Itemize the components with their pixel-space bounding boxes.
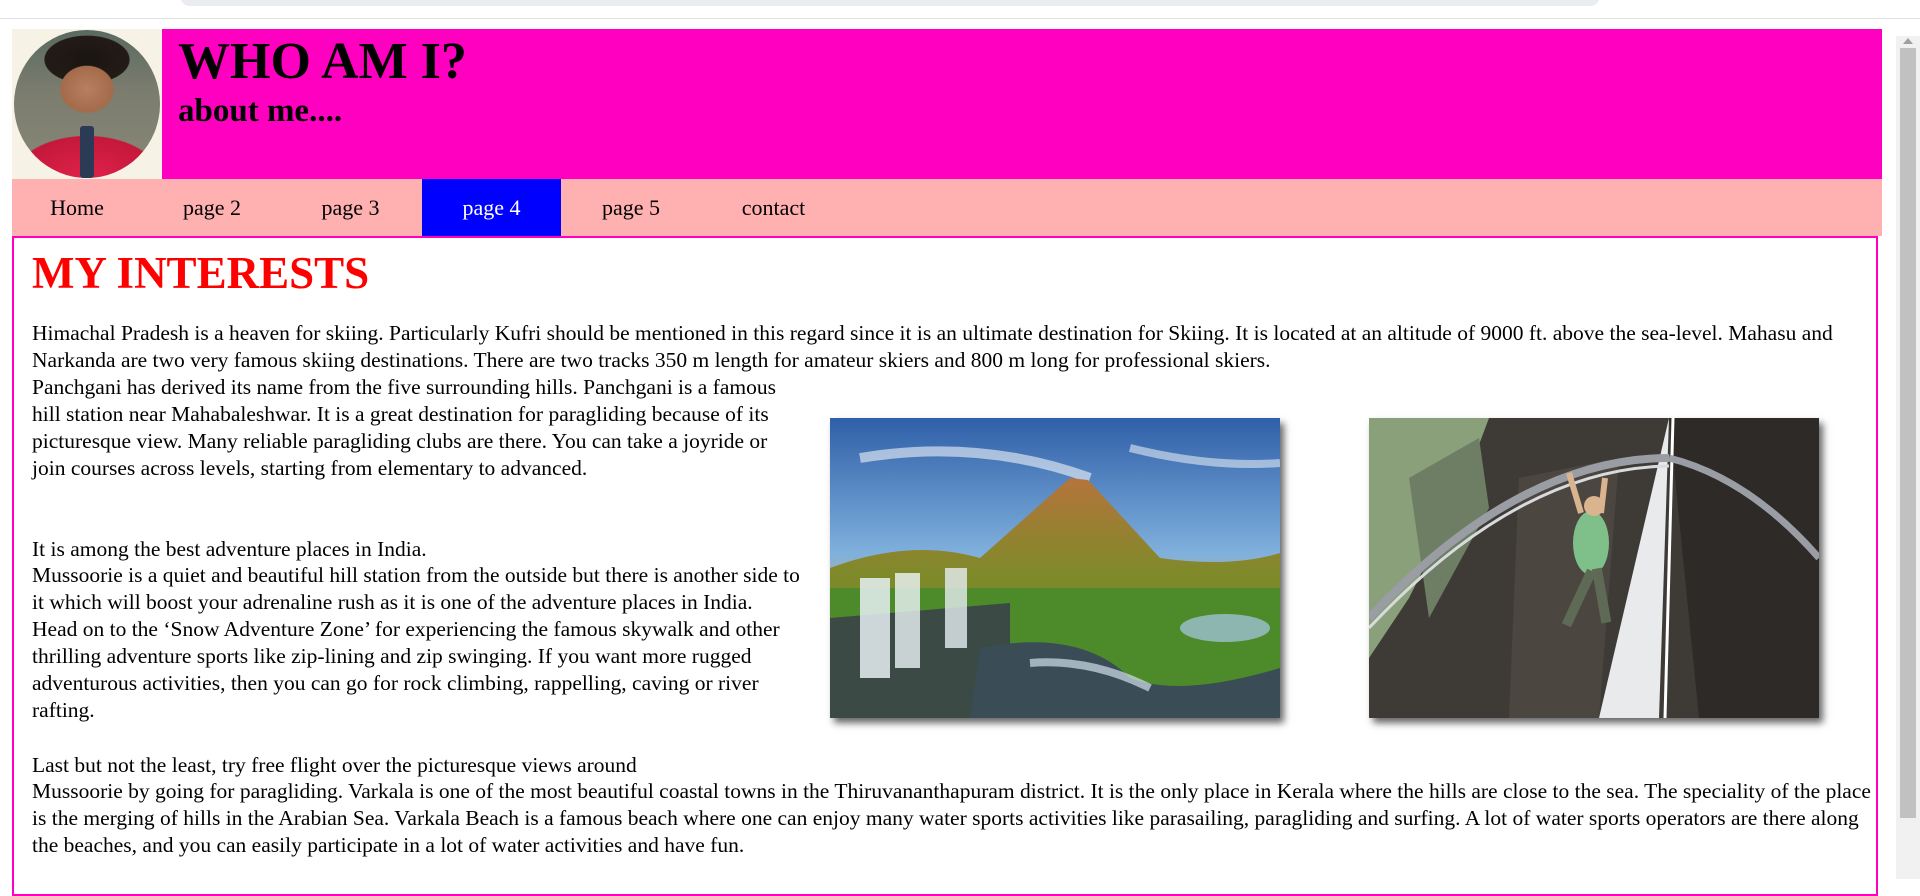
bridge-climber-photo [1369,418,1819,718]
avatar [14,30,160,178]
nav-item-page-4[interactable]: page 4 [422,179,561,236]
paragraph-varkala: Mussoorie by going for paragliding. Vark… [32,779,1871,857]
scroll-up-icon[interactable] [1903,38,1913,44]
nav-item-page-2[interactable]: page 2 [142,179,282,236]
nav-item-page-5[interactable]: page 5 [561,179,701,236]
nav-item-home[interactable]: Home [12,179,142,236]
paragraph-best-places: It is among the best adventure places in… [32,537,427,561]
profile-photo [12,29,162,179]
address-bar[interactable] [180,0,1600,6]
nav-item-contact[interactable]: contact [701,179,846,236]
browser-top-bar [0,0,1920,19]
paragraph-skiing: Himachal Pradesh is a heaven for skiing.… [32,321,1833,372]
site-title: WHO AM I? [178,33,467,90]
page-scrollbar[interactable] [1896,36,1920,879]
site-subtitle: about me.... [178,93,343,129]
paragraph-mussoorie: Mussoorie is a quiet and beautiful hill … [32,563,800,722]
nav-bar: Home page 2 page 3 page 4 page 5 contact [12,179,1882,236]
main-content: MY INTERESTS Himachal Pradesh is a heave… [12,236,1878,896]
scrollbar-thumb[interactable] [1900,48,1916,818]
page-heading: MY INTERESTS [32,248,370,298]
paragraph-free-flight: Last but not the least, try free flight … [32,753,637,777]
paragraph-panchgani: Panchgani has derived its name from the … [32,375,776,480]
site-header: WHO AM I? about me.... [12,29,1882,179]
waterfall-mountain-photo [830,418,1280,718]
nav-item-page-3[interactable]: page 3 [282,179,419,236]
